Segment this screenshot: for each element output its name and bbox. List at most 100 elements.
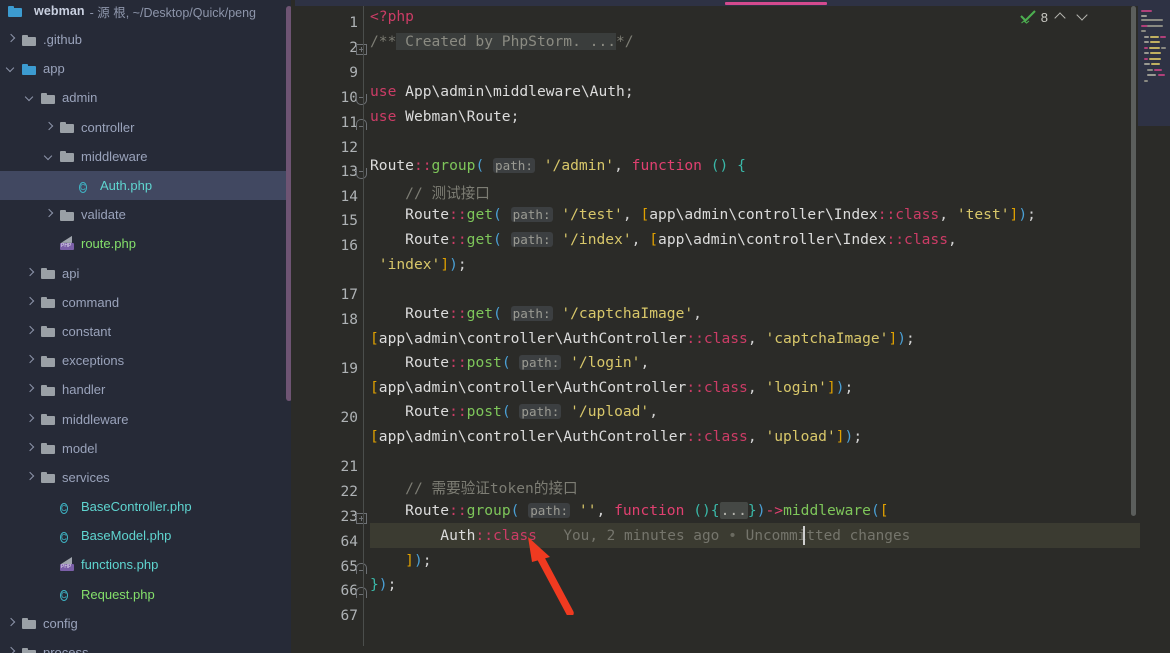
chevron-right-icon[interactable] [25,355,36,366]
php-class-icon: C [60,502,68,514]
tree-item-label: handler [62,382,106,398]
code-fold-arrowup-icon[interactable] [356,563,367,574]
chevron-right-icon[interactable] [6,618,17,629]
line-number: 22 [340,484,358,500]
line-number: 17 [340,287,358,303]
tree-item-model[interactable]: model [0,434,295,463]
phpstorm-window: webman - 源 根, ~/Desktop/Quick/peng .gith… [0,0,1170,653]
chevron-right-icon[interactable] [25,384,36,395]
chevron-right-icon[interactable] [6,34,17,45]
minimap-line [1141,10,1152,12]
code-line-66: }); [370,576,397,593]
chevron-right-icon[interactable] [25,414,36,425]
chevron-down-icon[interactable] [25,92,36,103]
line-number-gutter[interactable]: 1 2 9 10 11 12 13 14 15 16 17 18 19 20 21 22 23 64 65 66 67 [295,6,370,653]
minimap-line [1150,52,1161,54]
tree-item-command[interactable]: command [0,288,295,317]
code-fold-arrowdn-icon[interactable] [356,168,367,179]
minimap-line [1154,69,1162,71]
minimap-line [1141,30,1146,32]
chevron-right-icon[interactable] [25,443,36,454]
git-blame-author: You, 2 minutes ago [563,528,720,544]
line-number: 12 [340,140,358,156]
tree-item-process[interactable]: process [0,638,295,653]
project-header[interactable]: webman - 源 根, ~/Desktop/Quick/peng [0,0,295,22]
tree-item-exceptions[interactable]: exceptions [0,346,295,375]
chevron-down-icon[interactable] [6,63,17,74]
folder-icon [60,119,76,135]
text-caret [803,526,805,545]
chevron-down-icon[interactable] [1074,8,1092,26]
code-fold-arrowdn-icon[interactable] [356,94,367,105]
code-line-16-wrap: 'index']); [378,256,467,273]
tree-item-constant[interactable]: constant [0,317,295,346]
tree-item-route-php[interactable]: route.php [0,229,295,258]
minimap-line [1150,36,1159,38]
line-number: 67 [340,608,358,624]
tree-item-api[interactable]: api [0,259,295,288]
tree-item-admin[interactable]: admin [0,83,295,112]
folder-icon [22,645,38,653]
code-line-16: Route::get( path: '/index', [app\admin\c… [405,231,957,248]
tree-item-label: Auth.php [100,178,153,194]
minimap-line [1147,69,1153,71]
tree-item-label: route.php [81,236,136,252]
php-file-icon [60,235,76,252]
tree-item-middleware[interactable]: middleware [0,404,295,433]
minimap-line [1144,63,1150,65]
code-content[interactable]: <?php /** Created by PhpStorm. ...*/ use… [370,6,1170,653]
code-fold-plus-icon[interactable] [356,513,367,524]
code-line-2[interactable]: /** Created by PhpStorm. ...*/ [370,33,634,50]
tree-item-functions-php[interactable]: functions.php [0,550,295,579]
active-tab-indicator [725,2,827,5]
chevron-down-icon[interactable] [44,151,55,162]
tree-item-middleware[interactable]: middleware [0,142,295,171]
folder-icon [41,353,57,369]
code-line-14: // 测试接口 [405,185,490,202]
chevron-right-icon[interactable] [6,647,17,653]
tree-item-basemodel-php[interactable]: C BaseModel.php [0,521,295,550]
tree-item-services[interactable]: services [0,463,295,492]
tree-item-request-php[interactable]: C Request.php [0,580,295,609]
file-tree[interactable]: .github app admin controller middleware C Auth… [0,22,295,653]
chevron-up-icon[interactable] [1052,8,1070,26]
chevron-right-icon[interactable] [25,297,36,308]
minimap-line [1144,47,1148,49]
tree-item-label: app [43,61,65,77]
tree-item-config[interactable]: config [0,609,295,638]
chevron-right-icon[interactable] [44,209,55,220]
code-fold-arrowup-icon[interactable] [356,119,367,130]
code-fold-plus-icon[interactable] [356,44,367,55]
chevron-right-icon[interactable] [25,472,36,483]
code-fold-arrowup-icon[interactable] [356,587,367,598]
minimap-line [1151,63,1160,65]
chevron-right-icon[interactable] [44,122,55,133]
chevron-right-icon[interactable] [25,326,36,337]
tree-item--github[interactable]: .github [0,25,295,54]
line-number: 1 [349,15,358,31]
code-line-65: ]); [405,552,432,569]
tree-item-auth-php[interactable]: C Auth.php [0,170,295,201]
inspection-widget[interactable]: 8 [1020,8,1092,26]
tree-item-controller[interactable]: controller [0,113,295,142]
tree-item-handler[interactable]: handler [0,375,295,404]
code-line-64: Auth::class You, 2 minutes ago • Uncommi… [440,527,911,544]
tree-item-validate[interactable]: validate [0,200,295,229]
minimap-line [1147,74,1156,76]
code-line-19-wrap: [app\admin\controller\AuthController::cl… [370,379,854,396]
folder-icon [41,411,57,427]
php-class-icon: C [60,531,68,543]
minimap-line [1141,15,1147,17]
line-number: 19 [340,361,358,377]
chevron-right-icon[interactable] [25,268,36,279]
tree-item-basecontroller-php[interactable]: C BaseController.php [0,492,295,521]
code-line-20: Route::post( path: '/upload', [405,403,659,420]
editor-scrollbar[interactable] [1131,6,1136,516]
tree-item-label: middleware [62,411,129,427]
tree-item-app[interactable]: app [0,54,295,83]
code-minimap[interactable] [1138,6,1170,126]
git-blame-separator: • [728,527,737,544]
folder-icon [41,440,57,456]
tree-item-label: Request.php [81,586,155,602]
tree-item-label: services [62,469,110,485]
